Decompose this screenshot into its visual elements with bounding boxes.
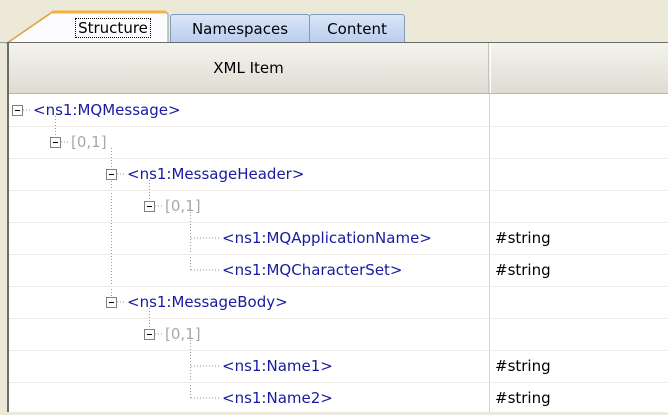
tab-structure-label: Structure: [75, 18, 151, 38]
tree-node-occurrence: [0,1]: [71, 133, 107, 151]
tree-node-label: <ns1:Name1>: [222, 357, 333, 375]
tree-row[interactable]: <ns1:Name1> #string: [9, 350, 668, 383]
collapse-minus-icon[interactable]: [106, 169, 117, 180]
xml-structure-grid: XML Item <ns1:MQMessage> [0,1] <ns1:Mess…: [7, 42, 668, 415]
tree-row[interactable]: [0,1]: [9, 126, 668, 159]
tree-node-type: #string: [495, 389, 551, 407]
column-header-type[interactable]: [490, 43, 668, 93]
tab-strip: Structure Namespaces Content: [0, 0, 668, 44]
tree-row[interactable]: [0,1]: [9, 318, 668, 351]
tree-node-label: <ns1:Name2>: [222, 389, 333, 407]
tree-node-label: <ns1:MessageBody>: [127, 293, 288, 311]
collapse-minus-icon[interactable]: [144, 329, 155, 340]
collapse-minus-icon[interactable]: [50, 137, 61, 148]
tab-content[interactable]: Content: [309, 14, 405, 43]
tree-node-type: #string: [495, 261, 551, 279]
tree-node-label: <ns1:MQCharacterSet>: [222, 261, 403, 279]
tree-node-label: <ns1:MQApplicationName>: [222, 229, 432, 247]
tree-row[interactable]: <ns1:MQApplicationName> #string: [9, 222, 668, 255]
tree-row[interactable]: [0,1]: [9, 190, 668, 223]
tab-namespaces[interactable]: Namespaces: [170, 14, 310, 43]
tree-row[interactable]: <ns1:MQCharacterSet> #string: [9, 254, 668, 287]
tree-node-label: <ns1:MessageHeader>: [127, 165, 305, 183]
tree-row[interactable]: <ns1:MessageHeader>: [9, 158, 668, 191]
tree-row[interactable]: <ns1:Name2> #string: [9, 382, 668, 415]
collapse-minus-icon[interactable]: [144, 201, 155, 212]
tab-namespaces-label: Namespaces: [191, 20, 289, 38]
tab-content-label: Content: [327, 20, 387, 38]
tree-node-label: <ns1:MQMessage>: [33, 101, 181, 119]
tree-node-type: #string: [495, 357, 551, 375]
tree-node-occurrence: [0,1]: [165, 325, 201, 343]
collapse-minus-icon[interactable]: [106, 297, 117, 308]
tree-row[interactable]: <ns1:MQMessage>: [9, 94, 668, 127]
collapse-minus-icon[interactable]: [12, 105, 23, 116]
tree-node-occurrence: [0,1]: [165, 197, 201, 215]
tab-structure[interactable]: Structure: [60, 14, 166, 42]
tree-row[interactable]: <ns1:MessageBody>: [9, 286, 668, 319]
tree-node-type: #string: [495, 229, 551, 247]
